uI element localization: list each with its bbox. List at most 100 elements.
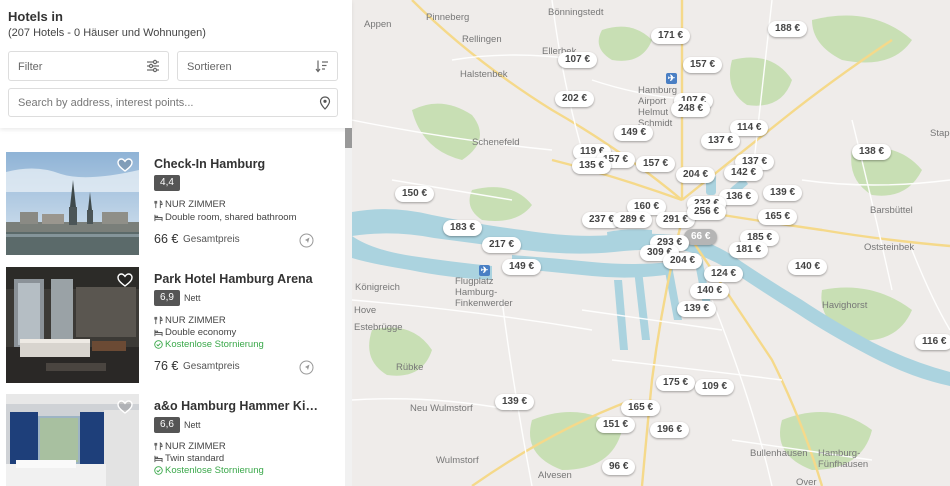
- price-marker[interactable]: 124 €: [704, 266, 744, 282]
- price-marker[interactable]: 135 €: [572, 158, 612, 174]
- sliders-icon: [147, 59, 159, 73]
- results-header: Hotels in (207 Hotels - 0 Häuser und Woh…: [0, 0, 352, 128]
- hotel-photo[interactable]: [6, 152, 139, 255]
- price-marker[interactable]: 149 €: [614, 125, 654, 141]
- price-marker[interactable]: 116 €: [915, 334, 950, 350]
- cancellation-label: Kostenlose Stornierung: [165, 465, 264, 476]
- price-marker[interactable]: 196 €: [650, 422, 690, 438]
- place-label: Barsbüttel: [870, 205, 913, 216]
- price-marker[interactable]: 150 €: [395, 186, 435, 202]
- room-type: Double economy: [154, 327, 236, 338]
- hotel-card[interactable]: a&o Hamburg Hammer Kir… 6,6 Nett NUR ZIM…: [6, 394, 342, 486]
- price-marker[interactable]: 149 €: [502, 259, 542, 275]
- price-marker[interactable]: 188 €: [768, 21, 808, 37]
- room-type: Double room, shared bathroom: [154, 212, 297, 223]
- check-circle-icon: [154, 466, 163, 475]
- rating-label: Nett: [184, 293, 201, 303]
- price-marker[interactable]: 157 €: [636, 156, 676, 172]
- place-label: Neu Wulmstorf: [410, 403, 473, 414]
- navigate-icon[interactable]: [299, 233, 314, 248]
- list-scrollbar[interactable]: [345, 128, 352, 486]
- price-marker[interactable]: 151 €: [596, 417, 636, 433]
- hotel-price: 76 €: [154, 359, 179, 373]
- price-marker[interactable]: 142 €: [724, 165, 764, 181]
- board-type-label: NUR ZIMMER: [165, 315, 226, 326]
- price-marker[interactable]: 217 €: [482, 237, 522, 253]
- sort-label: Sortieren: [187, 61, 232, 73]
- board-type-label: NUR ZIMMER: [165, 441, 226, 452]
- sort-button[interactable]: Sortieren: [177, 51, 338, 81]
- price-marker[interactable]: 140 €: [690, 283, 730, 299]
- cancellation-info: Kostenlose Stornierung: [154, 465, 264, 476]
- map-view[interactable]: Appen Pinneberg Bönningstedt Rellingen E…: [352, 0, 950, 486]
- page-title: Hotels in: [8, 9, 63, 24]
- hotel-list[interactable]: Check-In Hamburg 4,4 NUR ZIMMER Double r…: [0, 130, 344, 486]
- place-label: Stape: [930, 128, 950, 139]
- bed-icon: [154, 329, 163, 337]
- price-marker[interactable]: 107 €: [558, 52, 598, 68]
- hotel-name[interactable]: a&o Hamburg Hammer Kir…: [154, 399, 319, 413]
- place-label: Halstenbek: [460, 69, 508, 80]
- board-type-label: NUR ZIMMER: [165, 199, 226, 210]
- bed-icon: [154, 455, 163, 463]
- price-marker[interactable]: 204 €: [676, 167, 716, 183]
- rating-badge: 6,6: [154, 417, 180, 433]
- place-label: Appen: [364, 19, 392, 30]
- place-label: Havighorst: [822, 300, 868, 311]
- sort-icon: [315, 60, 328, 73]
- place-label: Bullenhausen: [750, 448, 808, 459]
- price-marker[interactable]: 204 €: [663, 253, 703, 269]
- hotel-photo[interactable]: [6, 267, 139, 383]
- cancellation-label: Kostenlose Stornierung: [165, 339, 264, 350]
- cutlery-icon: [154, 442, 163, 451]
- scrollbar-thumb[interactable]: [345, 128, 352, 148]
- location-pin-icon[interactable]: [319, 96, 331, 110]
- price-marker[interactable]: 165 €: [621, 400, 661, 416]
- price-marker[interactable]: 165 €: [758, 209, 798, 225]
- hotel-name[interactable]: Check-In Hamburg: [154, 157, 265, 171]
- rating-badge: 4,4: [154, 175, 180, 191]
- favorite-heart-icon[interactable]: [117, 158, 133, 172]
- place-label: Hove: [354, 305, 377, 316]
- price-marker[interactable]: 256 €: [687, 204, 727, 220]
- price-marker[interactable]: 175 €: [656, 375, 696, 391]
- place-label: Bönningstedt: [548, 7, 604, 18]
- price-marker[interactable]: 139 €: [763, 185, 803, 201]
- price-marker[interactable]: 140 €: [788, 259, 828, 275]
- place-label: Wulmstorf: [436, 455, 479, 466]
- price-marker-selected[interactable]: 66 €: [684, 229, 718, 245]
- navigate-icon[interactable]: [299, 360, 314, 375]
- place-label: Schenefeld: [472, 137, 520, 148]
- price-marker[interactable]: 138 €: [852, 144, 892, 160]
- price-marker[interactable]: 96 €: [602, 459, 636, 475]
- price-marker[interactable]: 202 €: [555, 91, 595, 107]
- price-marker[interactable]: 109 €: [695, 379, 735, 395]
- hotel-photo[interactable]: [6, 394, 139, 486]
- place-label: Estebrügge: [354, 322, 403, 333]
- price-marker[interactable]: 248 €: [671, 101, 711, 117]
- place-label: Königreich: [355, 282, 400, 293]
- price-marker[interactable]: 139 €: [495, 394, 535, 410]
- search-input[interactable]: [8, 88, 338, 117]
- board-type: NUR ZIMMER: [154, 199, 226, 210]
- favorite-heart-icon[interactable]: [117, 273, 133, 287]
- hotel-card[interactable]: Check-In Hamburg 4,4 NUR ZIMMER Double r…: [6, 152, 342, 255]
- place-label: Over: [796, 477, 817, 486]
- rating-label: Nett: [184, 420, 201, 430]
- filter-button[interactable]: Filter: [8, 51, 169, 81]
- cutlery-icon: [154, 316, 163, 325]
- hotel-name[interactable]: Park Hotel Hamburg Arena: [154, 272, 313, 286]
- airport-icon: ✈: [666, 73, 677, 84]
- price-marker[interactable]: 139 €: [677, 301, 717, 317]
- price-marker[interactable]: 157 €: [683, 57, 723, 73]
- price-marker[interactable]: 183 €: [443, 220, 483, 236]
- price-marker[interactable]: 137 €: [701, 133, 741, 149]
- hotel-card[interactable]: Park Hotel Hamburg Arena 6,9 Nett NUR ZI…: [6, 267, 342, 383]
- favorite-heart-icon[interactable]: [117, 400, 133, 414]
- board-type: NUR ZIMMER: [154, 441, 226, 452]
- price-marker[interactable]: 181 €: [729, 242, 769, 258]
- price-marker[interactable]: 171 €: [651, 28, 691, 44]
- price-marker[interactable]: 289 €: [613, 212, 653, 228]
- check-circle-icon: [154, 340, 163, 349]
- place-label: Oststeinbek: [864, 242, 915, 253]
